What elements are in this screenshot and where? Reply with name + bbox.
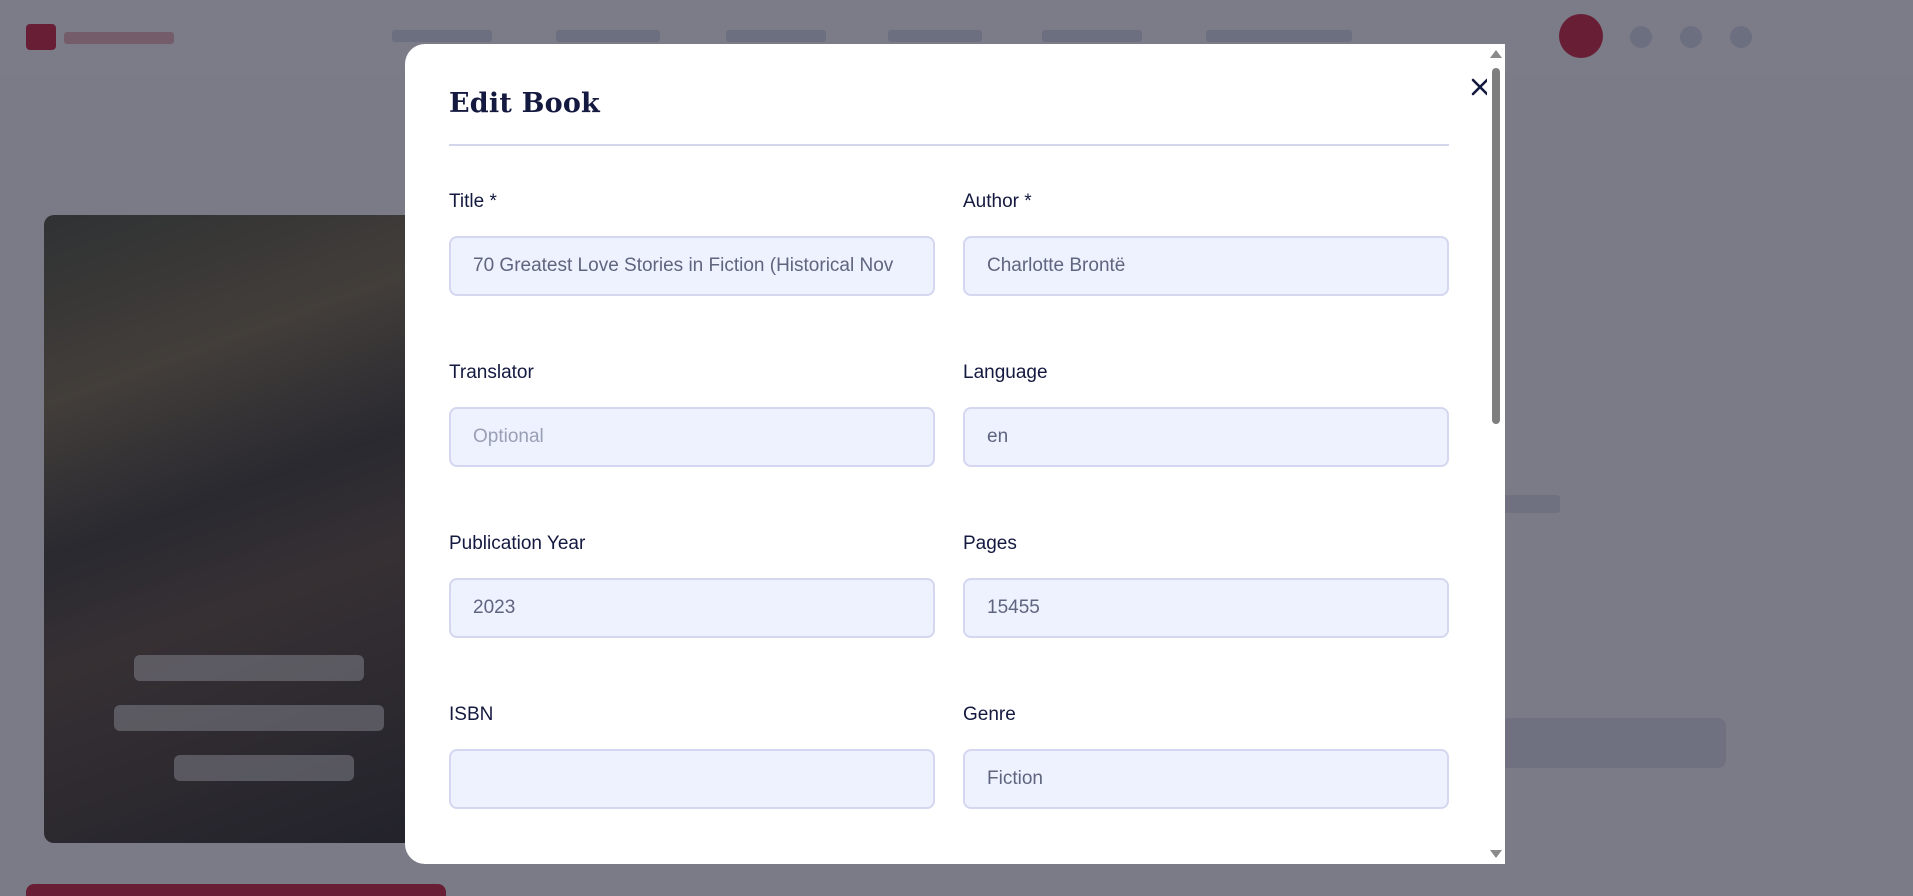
translator-field: Translator xyxy=(449,361,935,467)
translator-input[interactable] xyxy=(449,407,935,467)
language-label: Language xyxy=(963,362,1048,383)
scroll-down-arrow-icon[interactable] xyxy=(1490,850,1502,858)
title-input[interactable] xyxy=(449,236,935,296)
author-field: Author * xyxy=(963,190,1449,296)
publication-year-field: Publication Year xyxy=(449,532,935,638)
author-input[interactable] xyxy=(963,236,1449,296)
author-label: Author * xyxy=(963,191,1032,212)
pages-label: Pages xyxy=(963,533,1017,554)
genre-field: Genre xyxy=(963,703,1449,809)
translator-label: Translator xyxy=(449,362,534,383)
edit-book-modal: Edit Book Title * Author * Translator La… xyxy=(405,44,1505,864)
genre-input[interactable] xyxy=(963,749,1449,809)
publication-year-label: Publication Year xyxy=(449,533,586,554)
scroll-thumb[interactable] xyxy=(1492,68,1500,424)
pages-field: Pages xyxy=(963,532,1449,638)
title-divider xyxy=(449,144,1449,146)
genre-label: Genre xyxy=(963,704,1016,725)
isbn-input[interactable] xyxy=(449,749,935,809)
title-field: Title * xyxy=(449,190,935,296)
isbn-field: ISBN xyxy=(449,703,935,809)
pages-input[interactable] xyxy=(963,578,1449,638)
isbn-label: ISBN xyxy=(449,704,494,725)
modal-scrollbar[interactable] xyxy=(1487,44,1505,864)
scroll-up-arrow-icon[interactable] xyxy=(1490,50,1502,58)
modal-title: Edit Book xyxy=(449,88,600,119)
language-input[interactable] xyxy=(963,407,1449,467)
title-label: Title * xyxy=(449,191,497,212)
publication-year-input[interactable] xyxy=(449,578,935,638)
language-field: Language xyxy=(963,361,1449,467)
modal-content: Edit Book Title * Author * Translator La… xyxy=(449,44,1489,864)
